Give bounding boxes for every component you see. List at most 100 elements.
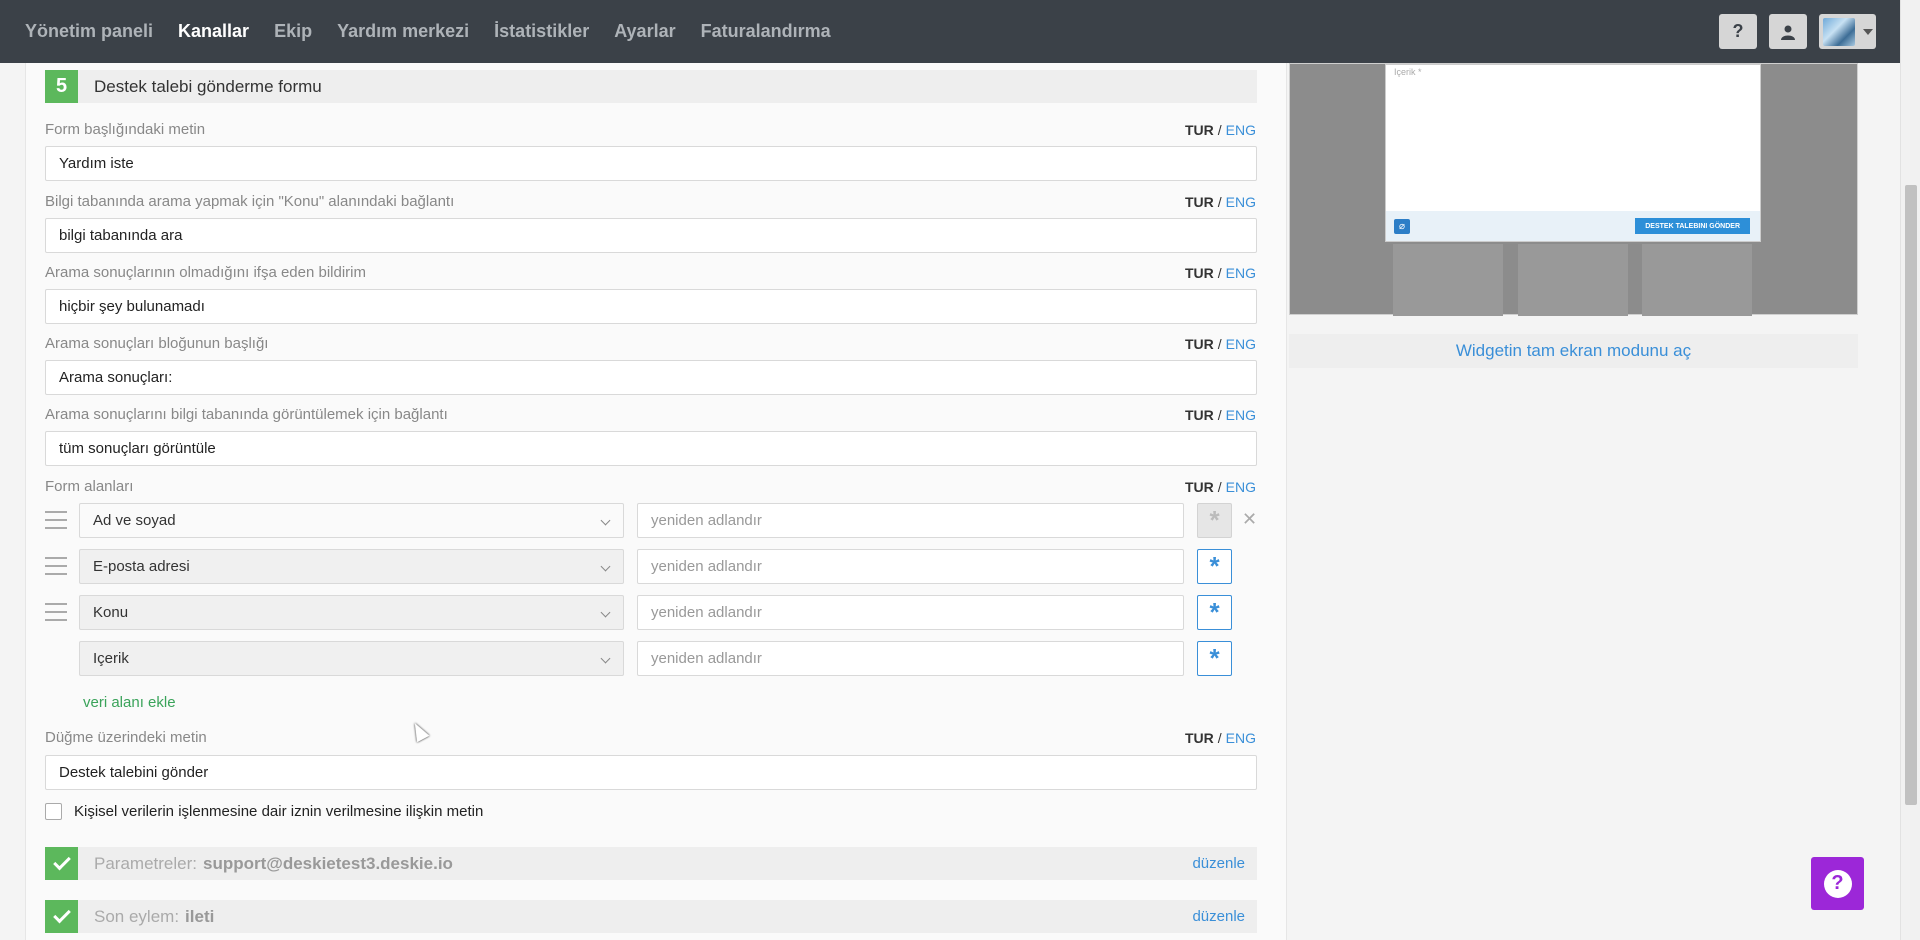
completed-step-last-action: Son eylem: ileti düzenle: [45, 900, 1257, 933]
parameters-label: Parametreler:: [94, 853, 197, 873]
chevron-down-icon: [600, 515, 611, 526]
nav-item-dashboard[interactable]: Yönetim paneli: [25, 21, 153, 42]
last-action-value: ileti: [185, 906, 215, 926]
lang-tur[interactable]: TUR: [1185, 265, 1214, 281]
required-toggle[interactable]: *: [1197, 503, 1232, 538]
edit-parameters-link[interactable]: düzenle: [1192, 855, 1245, 872]
paperclip-icon: ⌀: [1394, 219, 1410, 234]
add-field-link[interactable]: veri alanı ekle: [83, 694, 176, 711]
button-text-input[interactable]: Destek talebini gönder: [45, 755, 1257, 790]
chevron-down-icon: [600, 653, 611, 664]
lang-eng[interactable]: ENG: [1226, 407, 1256, 423]
page-scrollbar[interactable]: [1900, 0, 1920, 940]
close-icon[interactable]: ✕: [1242, 509, 1257, 530]
field-label-form-fields: Form alanları: [45, 478, 134, 495]
kb-search-link-input[interactable]: bilgi tabanında ara: [45, 218, 1257, 253]
form-field-row: Konu yeniden adlandır *: [45, 595, 1257, 630]
step-header: 5 Destek talebi gönderme formu: [45, 70, 1257, 103]
consent-label: Kişisel verilerin işlenmesine dair iznin…: [74, 803, 484, 820]
drag-handle-icon[interactable]: [45, 603, 67, 621]
lang-separator: /: [1217, 407, 1222, 423]
field-type-select[interactable]: Ad ve soyad: [79, 503, 624, 538]
view-all-results-input[interactable]: tüm sonuçları görüntüle: [45, 431, 1257, 466]
chevron-down-icon: [600, 607, 611, 618]
completed-step-label: Parametreler: support@deskietest3.deskie.…: [94, 854, 453, 874]
required-toggle[interactable]: *: [1197, 549, 1232, 584]
nav-item-statistics[interactable]: İstatistikler: [494, 21, 589, 42]
required-toggle[interactable]: *: [1197, 595, 1232, 630]
profile-button[interactable]: [1769, 14, 1807, 49]
language-switch: TUR / ENG: [1185, 194, 1256, 210]
last-action-label: Son eylem:: [94, 906, 180, 926]
lang-separator: /: [1217, 479, 1222, 495]
nav-item-billing[interactable]: Faturalandırma: [701, 21, 831, 42]
drag-handle-icon[interactable]: [45, 557, 67, 575]
top-right-controls: ?: [1719, 14, 1876, 49]
lang-eng[interactable]: ENG: [1226, 336, 1256, 352]
language-switch: TUR / ENG: [1185, 730, 1256, 746]
rename-input[interactable]: yeniden adlandır: [637, 549, 1184, 584]
language-switch: TUR / ENG: [1185, 336, 1256, 352]
nav-item-channels[interactable]: Kanallar: [178, 21, 249, 42]
check-icon: [45, 847, 78, 880]
no-results-notice-input[interactable]: hiçbir şey bulunamadı: [45, 289, 1257, 324]
account-menu-button[interactable]: [1819, 14, 1876, 49]
lang-tur[interactable]: TUR: [1185, 730, 1214, 746]
field-label-kb-search-link: Bilgi tabanında arama yapmak için "Konu"…: [45, 193, 455, 210]
form-field-row: Ad ve soyad yeniden adlandır * ✕: [45, 503, 1257, 538]
scrollbar-thumb[interactable]: [1905, 185, 1917, 805]
form-field-row: Içerik yeniden adlandır *: [45, 641, 1257, 676]
caret-down-icon: [1863, 28, 1873, 35]
consent-checkbox[interactable]: [45, 803, 62, 820]
drag-handle-icon[interactable]: [45, 511, 67, 529]
lang-tur[interactable]: TUR: [1185, 336, 1214, 352]
top-navigation: Yönetim paneli Kanallar Ekip Yardım merk…: [0, 0, 1900, 63]
asterisk-icon: *: [1209, 597, 1220, 627]
preview-content-label: Içerik *: [1394, 67, 1422, 77]
field-label-button-text: Düğme üzerindeki metin: [45, 729, 207, 746]
lang-tur[interactable]: TUR: [1185, 194, 1214, 210]
rename-input[interactable]: yeniden adlandır: [637, 503, 1184, 538]
parameters-value: support@deskietest3.deskie.io: [202, 853, 453, 873]
preview-footer: ⌀ DESTEK TALEBINI GÖNDER: [1386, 211, 1760, 241]
completed-step-label: Son eylem: ileti: [94, 907, 214, 927]
field-type-value: E-posta adresi: [93, 558, 190, 575]
nav-item-help-center[interactable]: Yardım merkezi: [337, 21, 469, 42]
form-settings-panel: 5 Destek talebi gönderme formu Form başl…: [25, 63, 1287, 940]
lang-eng[interactable]: ENG: [1226, 730, 1256, 746]
form-header-input[interactable]: Yardım iste: [45, 146, 1257, 181]
required-toggle[interactable]: *: [1197, 641, 1232, 676]
rename-input[interactable]: yeniden adlandır: [637, 641, 1184, 676]
floating-help-button[interactable]: ?: [1811, 857, 1864, 910]
field-type-value: Konu: [93, 604, 129, 621]
lang-eng[interactable]: ENG: [1226, 265, 1256, 281]
lang-eng[interactable]: ENG: [1226, 479, 1256, 495]
edit-last-action-link[interactable]: düzenle: [1192, 908, 1245, 925]
field-type-select[interactable]: Konu: [79, 595, 624, 630]
lang-eng[interactable]: ENG: [1226, 122, 1256, 138]
asterisk-icon: *: [1209, 505, 1220, 535]
preview-send-button: DESTEK TALEBINI GÖNDER: [1635, 218, 1750, 234]
lang-tur[interactable]: TUR: [1185, 122, 1214, 138]
lang-tur[interactable]: TUR: [1185, 479, 1214, 495]
widget-preview: Içerik * ⌀ DESTEK TALEBINI GÖNDER: [1289, 63, 1858, 316]
field-label-results-block-title: Arama sonuçları bloğunun başlığı: [45, 335, 269, 352]
field-type-select[interactable]: Içerik: [79, 641, 624, 676]
nav-item-settings[interactable]: Ayarlar: [614, 21, 675, 42]
check-icon: [45, 900, 78, 933]
asterisk-icon: *: [1209, 551, 1220, 581]
field-type-select[interactable]: E-posta adresi: [79, 549, 624, 584]
results-block-title-input[interactable]: Arama sonuçları:: [45, 360, 1257, 395]
widget-form-preview: Içerik * ⌀ DESTEK TALEBINI GÖNDER: [1385, 64, 1761, 242]
help-button[interactable]: ?: [1719, 14, 1757, 49]
nav-item-team[interactable]: Ekip: [274, 21, 312, 42]
question-icon: ?: [1732, 21, 1744, 41]
preview-background-block: [1393, 244, 1503, 316]
lang-tur[interactable]: TUR: [1185, 407, 1214, 423]
lang-eng[interactable]: ENG: [1226, 194, 1256, 210]
open-fullscreen-widget-link[interactable]: Widgetin tam ekran modunu aç: [1289, 334, 1858, 368]
field-label-no-results-notice: Arama sonuçlarının olmadığını ifşa eden …: [45, 264, 366, 281]
lang-separator: /: [1217, 730, 1222, 746]
consent-row: Kişisel verilerin işlenmesine dair iznin…: [45, 803, 483, 820]
rename-input[interactable]: yeniden adlandır: [637, 595, 1184, 630]
